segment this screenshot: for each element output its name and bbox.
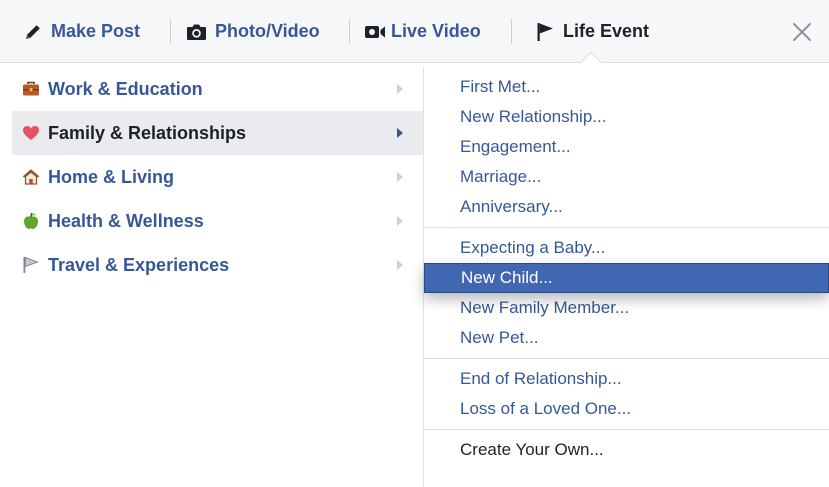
event-item-engagement[interactable]: Engagement... <box>424 132 829 162</box>
tab-live-video[interactable]: Live Video <box>364 0 481 63</box>
category-work-education[interactable]: Work & Education <box>12 67 424 111</box>
category-family-relationships[interactable]: Family & Relationships <box>12 111 424 155</box>
event-item-first-met[interactable]: First Met... <box>424 72 829 102</box>
event-item-create-your-own[interactable]: Create Your Own... <box>424 435 829 465</box>
category-home-living[interactable]: Home & Living <box>12 155 424 199</box>
tab-photo-video[interactable]: Photo/Video <box>186 0 320 63</box>
category-label: Home & Living <box>48 166 175 187</box>
video-camera-icon <box>364 24 386 40</box>
event-group-custom: Create Your Own... <box>424 429 829 470</box>
category-label: Travel & Experiences <box>48 254 230 275</box>
apple-icon <box>22 212 44 230</box>
event-item-marriage[interactable]: Marriage... <box>424 162 829 192</box>
close-button[interactable] <box>782 15 822 49</box>
event-item-new-child[interactable]: New Child... <box>424 263 829 293</box>
tab-label: Photo/Video <box>215 21 320 41</box>
event-item-new-relationship[interactable]: New Relationship... <box>424 102 829 132</box>
tab-label: Life Event <box>563 21 650 41</box>
tab-divider <box>170 19 171 44</box>
event-item-expecting-baby[interactable]: Expecting a Baby... <box>424 233 829 263</box>
event-group-family: Expecting a Baby... New Child... New Fam… <box>424 227 829 358</box>
chevron-right-icon <box>396 259 404 271</box>
flag-icon <box>22 256 44 274</box>
life-event-category-list: Work & Education Family & Relationships … <box>12 67 424 287</box>
life-event-submenu: First Met... New Relationship... Engagem… <box>424 67 829 470</box>
event-item-new-pet[interactable]: New Pet... <box>424 323 829 353</box>
house-icon <box>22 169 44 185</box>
camera-icon <box>186 23 207 41</box>
pencil-icon <box>23 22 43 42</box>
close-icon <box>792 22 812 42</box>
tab-make-post[interactable]: Make Post <box>23 0 140 63</box>
chevron-right-icon <box>396 215 404 227</box>
category-health-wellness[interactable]: Health & Wellness <box>12 199 424 243</box>
tab-divider <box>349 19 350 44</box>
tab-label: Live Video <box>391 21 481 41</box>
composer-tab-bar: Make Post Photo/Video Live Video Life Ev… <box>0 0 829 63</box>
briefcase-icon <box>22 81 44 97</box>
event-item-anniversary[interactable]: Anniversary... <box>424 192 829 222</box>
tab-divider <box>511 19 512 44</box>
chevron-right-icon <box>396 127 404 139</box>
heart-icon <box>22 125 44 141</box>
chevron-right-icon <box>396 171 404 183</box>
event-item-end-of-relationship[interactable]: End of Relationship... <box>424 364 829 394</box>
category-label: Family & Relationships <box>48 122 247 143</box>
event-group-loss: End of Relationship... Loss of a Loved O… <box>424 358 829 429</box>
category-travel-experiences[interactable]: Travel & Experiences <box>12 243 424 287</box>
event-item-loss-of-loved-one[interactable]: Loss of a Loved One... <box>424 394 829 424</box>
flag-icon <box>536 22 554 42</box>
category-label: Health & Wellness <box>48 210 204 231</box>
category-label: Work & Education <box>48 78 203 99</box>
event-group-relationships: First Met... New Relationship... Engagem… <box>424 67 829 227</box>
chevron-right-icon <box>396 83 404 95</box>
tab-label: Make Post <box>51 21 141 41</box>
event-item-new-family-member[interactable]: New Family Member... <box>424 293 829 323</box>
